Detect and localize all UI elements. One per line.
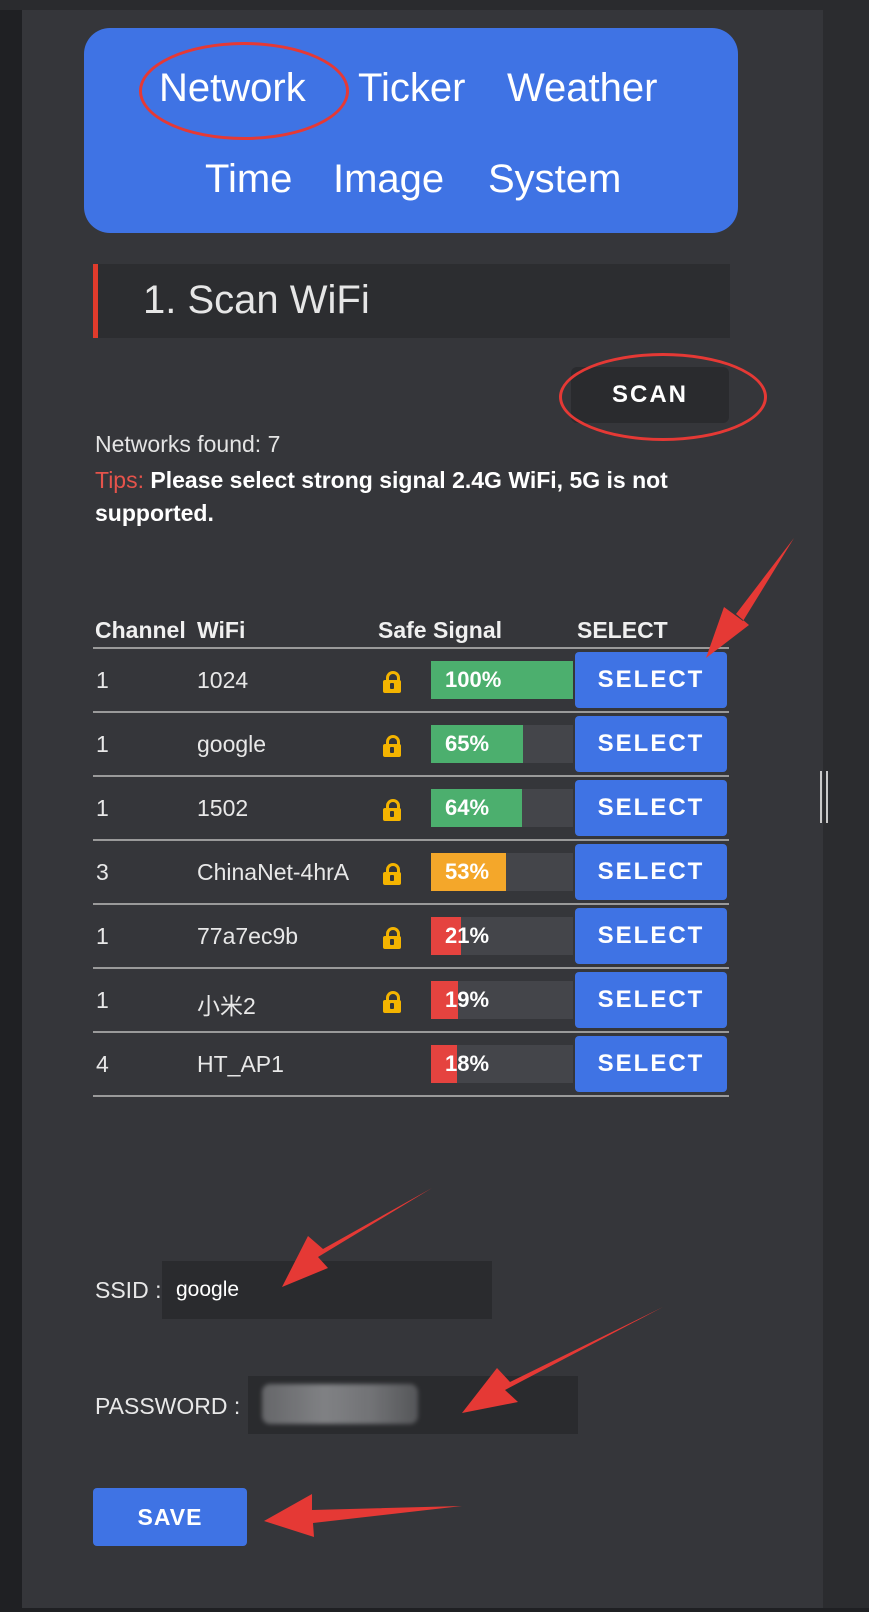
signal-bar: 100% xyxy=(431,661,573,699)
wifi-name-cell: 1024 xyxy=(197,667,249,693)
password-label: PASSWORD : xyxy=(95,1393,241,1419)
signal-bar: 21% xyxy=(431,917,573,955)
nav-item-system[interactable]: System xyxy=(488,157,621,202)
signal-value: 19% xyxy=(445,987,490,1012)
tips-message: Please select strong signal 2.4G WiFi, 5… xyxy=(95,467,668,526)
table-row: 4 HT_AP1 18% SELECT xyxy=(93,1033,729,1097)
channel-cell: 1 xyxy=(96,731,109,757)
lock-icon xyxy=(383,991,401,1013)
signal-bar: 18% xyxy=(431,1045,573,1083)
save-button[interactable]: SAVE xyxy=(93,1488,247,1546)
row-divider xyxy=(93,1095,729,1097)
signal-value: 65% xyxy=(445,731,490,756)
table-row: 1 1502 64% SELECT xyxy=(93,777,729,841)
signal-bar: 19% xyxy=(431,981,573,1019)
wifi-name-cell: google xyxy=(197,731,267,757)
nav-item-ticker[interactable]: Ticker xyxy=(358,66,465,111)
wifi-name-cell: 小米2 xyxy=(197,993,256,1019)
section-title: 1. Scan WiFi xyxy=(143,278,370,322)
wifi-name-cell: 1502 xyxy=(197,795,249,821)
table-row: 1 1024 100% SELECT xyxy=(93,649,729,713)
nav-item-image[interactable]: Image xyxy=(333,157,444,202)
top-bar xyxy=(0,0,869,10)
select-button[interactable]: SELECT xyxy=(575,972,727,1028)
channel-cell: 3 xyxy=(96,859,109,885)
header-wifi: WiFi xyxy=(197,617,246,643)
resize-handle[interactable] xyxy=(818,771,830,823)
signal-bar: 64% xyxy=(431,789,573,827)
nav-item-network[interactable]: Network xyxy=(159,66,306,111)
nav-item-time[interactable]: Time xyxy=(205,157,292,202)
nav-menu: Network Ticker Weather Time Image System xyxy=(84,28,738,233)
channel-cell: 1 xyxy=(96,795,109,821)
table-row: 1 google 65% SELECT xyxy=(93,713,729,777)
redacted-password xyxy=(262,1384,418,1424)
table-row: 3 ChinaNet-4hrA 53% SELECT xyxy=(93,841,729,905)
header-signal: Signal xyxy=(433,617,503,643)
table-row: 1 77a7ec9b 21% SELECT xyxy=(93,905,729,969)
select-button[interactable]: SELECT xyxy=(575,1036,727,1092)
table-row: 1 小米2 19% SELECT xyxy=(93,969,729,1033)
channel-cell: 1 xyxy=(96,987,109,1013)
lock-icon xyxy=(383,799,401,821)
nav-item-weather[interactable]: Weather xyxy=(507,66,657,111)
networks-found: Networks found: 7 xyxy=(95,431,281,457)
select-button[interactable]: SELECT xyxy=(575,780,727,836)
ssid-input[interactable] xyxy=(162,1261,492,1319)
channel-cell: 4 xyxy=(96,1051,109,1077)
select-button[interactable]: SELECT xyxy=(575,908,727,964)
lock-icon xyxy=(383,863,401,885)
channel-cell: 1 xyxy=(96,667,109,693)
lock-icon xyxy=(383,927,401,949)
wifi-name-cell: 77a7ec9b xyxy=(197,923,299,949)
signal-value: 53% xyxy=(445,859,490,884)
tips-text: Tips: Please select strong signal 2.4G W… xyxy=(95,464,715,530)
header-select: SELECT xyxy=(577,617,668,643)
signal-value: 100% xyxy=(445,667,502,692)
signal-value: 18% xyxy=(445,1051,490,1076)
select-button[interactable]: SELECT xyxy=(575,652,727,708)
header-channel: Channel xyxy=(95,617,186,643)
lock-icon xyxy=(383,735,401,757)
tips-label: Tips: xyxy=(95,467,144,493)
header-safe: Safe xyxy=(378,617,427,643)
wifi-name-cell: ChinaNet-4hrA xyxy=(197,859,350,885)
wifi-name-cell: HT_AP1 xyxy=(197,1051,284,1077)
signal-value: 64% xyxy=(445,795,490,820)
scan-button[interactable]: SCAN xyxy=(571,367,729,423)
select-button[interactable]: SELECT xyxy=(575,844,727,900)
ssid-label: SSID : xyxy=(95,1277,162,1303)
signal-bar: 53% xyxy=(431,853,573,891)
signal-bar: 65% xyxy=(431,725,573,763)
section-header: 1. Scan WiFi xyxy=(93,264,730,338)
select-button[interactable]: SELECT xyxy=(575,716,727,772)
channel-cell: 1 xyxy=(96,923,109,949)
signal-value: 21% xyxy=(445,923,490,948)
lock-icon xyxy=(383,671,401,693)
